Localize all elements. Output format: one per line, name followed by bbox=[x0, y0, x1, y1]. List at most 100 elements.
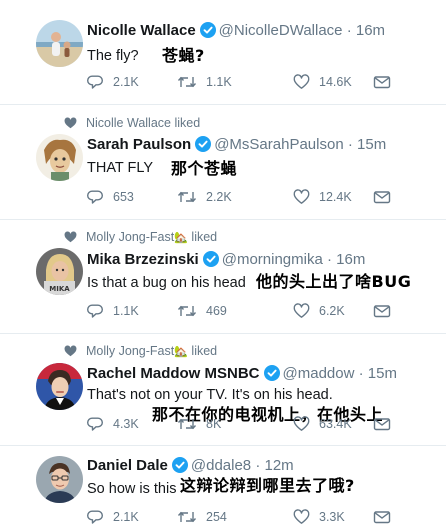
liked-suffix: liked bbox=[191, 230, 218, 244]
retweet-button[interactable]: 2.2K bbox=[177, 187, 232, 207]
reply-icon bbox=[87, 75, 103, 89]
reply-button[interactable]: 2.1K bbox=[87, 72, 139, 92]
like-icon bbox=[293, 416, 310, 431]
heart-icon bbox=[64, 231, 77, 246]
retweet-count: 1.1K bbox=[206, 75, 232, 89]
retweet-button[interactable]: 254 bbox=[177, 507, 227, 527]
handle[interactable]: @morningmika bbox=[222, 251, 323, 268]
tweet-text: The fly? bbox=[87, 48, 139, 64]
like-count: 6.2K bbox=[319, 304, 345, 318]
handle[interactable]: @maddow bbox=[283, 365, 355, 382]
direct-message-icon bbox=[373, 511, 391, 524]
tweet-rachel-maddow[interactable]: Molly Jong-Fast🏡 liked Rachel Maddow MSN… bbox=[0, 334, 446, 445]
direct-message-button[interactable] bbox=[373, 507, 400, 527]
reply-button[interactable]: 2.1K bbox=[87, 507, 139, 527]
tweet-mika-brzezinski[interactable]: Molly Jong-Fast🏡 liked MIKA Mika Brzezin… bbox=[0, 220, 446, 333]
reply-icon bbox=[87, 417, 103, 431]
tweet-actions: 1.1K 469 6.2K bbox=[87, 301, 427, 321]
reply-count: 2.1K bbox=[113, 510, 139, 524]
like-icon bbox=[293, 303, 310, 318]
retweet-count: 469 bbox=[206, 304, 227, 318]
liked-by-text[interactable]: Nicolle Wallace liked bbox=[86, 116, 200, 130]
reply-count: 2.1K bbox=[113, 75, 139, 89]
like-count: 14.6K bbox=[319, 75, 352, 89]
timestamp[interactable]: 16m bbox=[336, 251, 365, 268]
tweet-sarah-paulson[interactable]: Nicolle Wallace liked Sarah Paulson @MsSa… bbox=[0, 105, 446, 219]
retweet-button[interactable]: 8K bbox=[177, 414, 221, 434]
tweet-daniel-dale[interactable]: Daniel Dale @ddale8 · 12m So how is this … bbox=[0, 446, 446, 525]
retweet-button[interactable]: 469 bbox=[177, 301, 227, 321]
reply-button[interactable]: 4.3K bbox=[87, 414, 139, 434]
tweet-text: Is that a bug on his head bbox=[87, 275, 246, 291]
direct-message-button[interactable] bbox=[373, 72, 400, 92]
separator-dot: · bbox=[343, 136, 358, 153]
house-emoji: 🏡 bbox=[174, 232, 188, 244]
tweet-actions: 2.1K 1.1K 14.6K bbox=[87, 72, 427, 92]
avatar-sarah-paulson[interactable] bbox=[36, 134, 83, 181]
display-name[interactable]: Daniel Dale bbox=[87, 457, 168, 474]
display-name[interactable]: Nicolle Wallace bbox=[87, 22, 196, 39]
like-count: 63.4K bbox=[319, 417, 352, 431]
like-icon bbox=[293, 189, 310, 204]
reply-count: 653 bbox=[113, 190, 134, 204]
tweet-nicolle-wallace[interactable]: Nicolle Wallace @NicolleDWallace · 16m Th… bbox=[0, 0, 446, 104]
liked-by-user[interactable]: Molly Jong-Fast bbox=[86, 344, 174, 358]
separator-dot: · bbox=[342, 22, 356, 39]
chinese-annotation: 那个苍蝇 bbox=[171, 159, 238, 178]
avatar-daniel-dale[interactable] bbox=[36, 456, 83, 503]
separator-dot: · bbox=[322, 251, 337, 268]
tweet-actions: 4.3K 8K 63.4K bbox=[87, 414, 427, 434]
separator-dot: · bbox=[354, 365, 368, 382]
like-count: 12.4K bbox=[319, 190, 352, 204]
direct-message-button[interactable] bbox=[373, 414, 400, 434]
like-button[interactable]: 63.4K bbox=[293, 414, 352, 434]
timestamp[interactable]: 15m bbox=[368, 365, 397, 382]
verified-badge-icon bbox=[195, 136, 212, 157]
direct-message-icon bbox=[373, 76, 391, 89]
chinese-annotation: 苍蝇? bbox=[162, 46, 205, 65]
reply-icon bbox=[87, 190, 103, 204]
like-icon bbox=[293, 74, 310, 89]
display-name[interactable]: Rachel Maddow MSNBC bbox=[87, 365, 260, 382]
like-count: 3.3K bbox=[319, 510, 345, 524]
display-name[interactable]: Mika Brzezinski bbox=[87, 251, 199, 268]
avatar-nicolle-wallace[interactable] bbox=[36, 20, 83, 67]
tweet-header: Rachel Maddow MSNBC @maddow · 15m bbox=[87, 365, 397, 386]
verified-badge-icon bbox=[199, 22, 216, 43]
avatar-mika-brzezinski[interactable]: MIKA bbox=[36, 248, 83, 295]
direct-message-button[interactable] bbox=[373, 187, 400, 207]
tweet-header: Nicolle Wallace @NicolleDWallace · 16m bbox=[87, 22, 385, 43]
timestamp[interactable]: 16m bbox=[356, 22, 385, 39]
chinese-annotation: 他的头上出了啥BUG bbox=[256, 272, 412, 291]
handle[interactable]: @MsSarahPaulson bbox=[214, 136, 343, 153]
direct-message-button[interactable] bbox=[373, 301, 400, 321]
reply-count: 4.3K bbox=[113, 417, 139, 431]
house-emoji: 🏡 bbox=[174, 346, 188, 358]
liked-by-user[interactable]: Molly Jong-Fast bbox=[86, 230, 174, 244]
reply-button[interactable]: 653 bbox=[87, 187, 134, 207]
tweet-actions: 653 2.2K 12.4K bbox=[87, 187, 427, 207]
like-button[interactable]: 6.2K bbox=[293, 301, 345, 321]
direct-message-icon bbox=[373, 418, 391, 431]
retweet-icon bbox=[177, 511, 197, 523]
retweet-count: 2.2K bbox=[206, 190, 232, 204]
like-button[interactable]: 12.4K bbox=[293, 187, 352, 207]
timestamp[interactable]: 15m bbox=[357, 136, 386, 153]
like-button[interactable]: 3.3K bbox=[293, 507, 345, 527]
like-icon bbox=[293, 509, 310, 524]
avatar-rachel-maddow[interactable] bbox=[36, 363, 83, 410]
like-button[interactable]: 14.6K bbox=[293, 72, 352, 92]
handle[interactable]: @NicolleDWallace bbox=[219, 22, 343, 39]
retweet-button[interactable]: 1.1K bbox=[177, 72, 232, 92]
display-name[interactable]: Sarah Paulson bbox=[87, 136, 191, 153]
tweet-feed: Nicolle Wallace @NicolleDWallace · 16m Th… bbox=[0, 0, 446, 525]
svg-text:MIKA: MIKA bbox=[49, 285, 70, 293]
tweet-header: Sarah Paulson @MsSarahPaulson · 15m bbox=[87, 136, 386, 157]
direct-message-icon bbox=[373, 305, 391, 318]
tweet-text: So how is this bbox=[87, 481, 177, 497]
verified-badge-icon bbox=[202, 251, 219, 272]
reply-count: 1.1K bbox=[113, 304, 139, 318]
retweet-icon bbox=[177, 418, 197, 430]
reply-icon bbox=[87, 304, 103, 318]
reply-button[interactable]: 1.1K bbox=[87, 301, 139, 321]
